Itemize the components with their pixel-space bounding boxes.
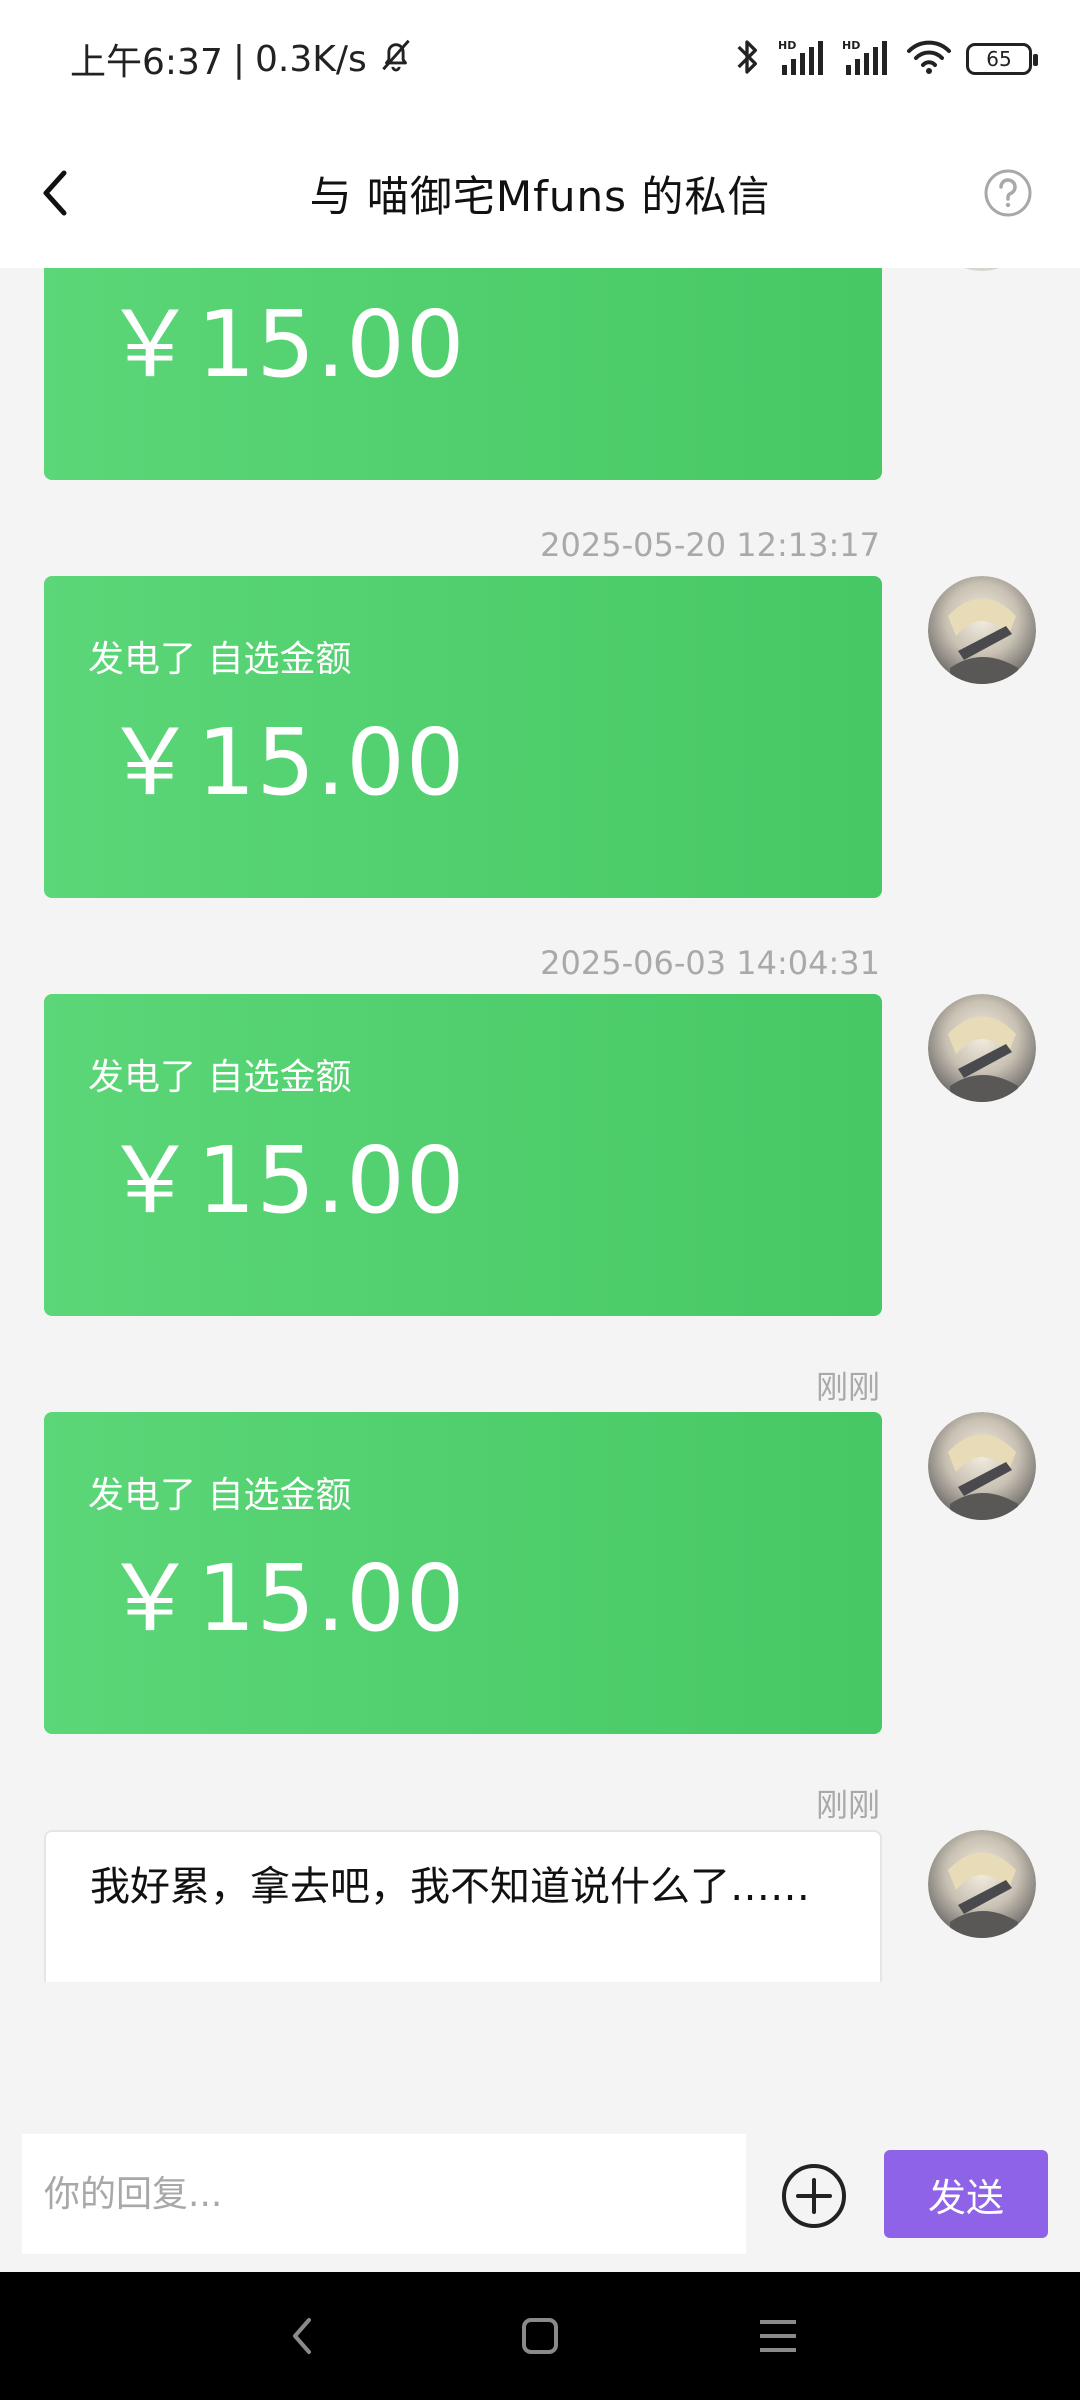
message-timestamp: 2025-05-20 12:13:17 [540, 526, 880, 564]
avatar[interactable] [928, 576, 1036, 684]
donation-title: 发电了 自选金额 [88, 1475, 352, 1516]
help-icon[interactable] [978, 153, 1038, 233]
message-list[interactable]: ￥15.00 2025-05-20 12:13:17 发电了 自选金额 ￥15.… [0, 268, 1080, 1982]
message-timestamp: 刚刚 [815, 1368, 880, 1406]
text-message-content: 我好累，拿去吧，我不知道说什么了…… [90, 1864, 810, 1910]
donation-title: 发电了 自选金额 [88, 639, 352, 680]
mute-bell-icon [377, 36, 415, 83]
donation-amount: ￥15.00 [104, 1545, 466, 1652]
nav-menu-icon[interactable] [746, 2304, 810, 2368]
status-net-speed: 0.3K/s [254, 38, 367, 80]
back-arrow-icon[interactable] [30, 158, 80, 228]
avatar[interactable] [928, 994, 1036, 1102]
bluetooth-icon [730, 37, 764, 81]
donation-card[interactable]: 发电了 自选金额 ￥15.00 [44, 994, 882, 1316]
nav-home-icon[interactable] [508, 2304, 572, 2368]
donation-amount: ￥15.00 [104, 291, 466, 398]
donation-amount: ￥15.00 [104, 709, 466, 816]
message-timestamp: 2025-06-03 14:04:31 [540, 944, 880, 982]
status-left: 上午6:37 | 0.3K/s [70, 30, 415, 88]
text-message-bubble[interactable]: 我好累，拿去吧，我不知道说什么了…… [44, 1830, 882, 1982]
svg-text:HD: HD [842, 39, 860, 52]
nav-back-icon[interactable] [270, 2304, 334, 2368]
avatar[interactable] [928, 1830, 1036, 1938]
send-button[interactable]: 发送 [884, 2150, 1048, 2238]
status-divider: | [232, 38, 245, 80]
page-title: 与 喵御宅Mfuns 的私信 [309, 171, 771, 221]
wifi-icon [906, 39, 952, 79]
avatar[interactable] [928, 268, 1036, 271]
donation-title: 发电了 自选金额 [88, 1057, 352, 1098]
donation-card[interactable]: 发电了 自选金额 ￥15.00 [44, 1412, 882, 1734]
system-nav-bar [0, 2272, 1080, 2400]
donation-amount: ￥15.00 [104, 1127, 466, 1234]
hd-signal-icon: HD [778, 37, 828, 81]
donation-card[interactable]: 发电了 自选金额 ￥15.00 [44, 576, 882, 898]
reply-input[interactable] [22, 2134, 746, 2254]
reply-bar: 发送 [0, 2112, 1080, 2272]
hd-signal-icon: HD [842, 37, 892, 81]
svg-text:HD: HD [778, 39, 796, 52]
donation-card[interactable]: ￥15.00 [44, 268, 882, 480]
avatar[interactable] [928, 1412, 1036, 1520]
chat-header: 与 喵御宅Mfuns 的私信 [0, 118, 1080, 268]
battery-level: 65 [986, 47, 1012, 71]
status-bar: 上午6:37 | 0.3K/s HD HD 65 [0, 0, 1080, 118]
plus-circle-icon[interactable] [780, 2162, 848, 2230]
status-time: 上午6:37 [70, 42, 223, 83]
status-right: HD HD 65 [730, 30, 1038, 88]
message-timestamp: 刚刚 [815, 1786, 880, 1824]
battery-icon: 65 [966, 43, 1038, 75]
